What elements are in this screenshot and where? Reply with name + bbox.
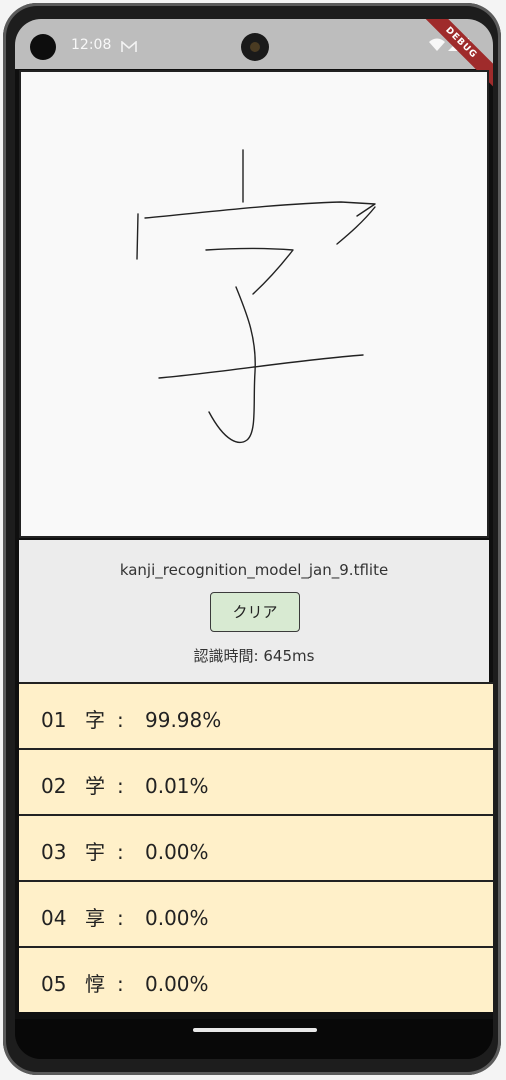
result-text: 02 学:0.01%: [41, 770, 209, 799]
clear-button[interactable]: クリア: [210, 592, 300, 632]
stroke-2: [136, 213, 139, 260]
result-text: 05 惇:0.00%: [41, 968, 209, 997]
result-probability: 0.00%: [145, 840, 209, 864]
result-row[interactable]: 03 宇:0.00%: [19, 814, 493, 880]
status-bar: 12:08 DEBUG: [15, 19, 493, 92]
home-indicator[interactable]: [193, 1028, 317, 1032]
results-list: 01 字:99.98% 02 学:0.01% 03 宇:0.00% 04 享:0.00%…: [19, 682, 493, 1012]
result-text: 03 宇:0.00%: [41, 836, 209, 865]
phone-frame: 12:08 DEBUG kanji_recognition_model_jan_…: [3, 3, 501, 1075]
result-text: 01 字:99.98%: [41, 704, 221, 733]
screen: 12:08 DEBUG kanji_recognition_model_jan_…: [15, 19, 493, 1059]
result-row[interactable]: 04 享:0.00%: [19, 880, 493, 946]
result-probability: 0.00%: [145, 906, 209, 930]
navigation-bar: [15, 1019, 493, 1059]
result-kanji: 惇: [85, 972, 105, 996]
result-separator: :: [117, 906, 124, 930]
status-time: 12:08: [71, 37, 112, 53]
result-separator: :: [117, 774, 124, 798]
punch-hole: [30, 34, 56, 60]
stroke-7: [158, 354, 364, 379]
result-kanji: 宇: [85, 840, 105, 864]
stroke-6: [208, 286, 256, 444]
result-rank: 05: [41, 972, 67, 996]
recognition-time: 認識時間: 645ms: [193, 647, 315, 665]
stroke-3: [144, 201, 376, 219]
result-probability: 0.01%: [145, 774, 209, 798]
result-kanji: 字: [85, 708, 105, 732]
result-row[interactable]: 05 惇:0.00%: [19, 946, 493, 1012]
front-camera: [241, 33, 269, 61]
result-kanji: 学: [85, 774, 105, 798]
result-probability: 99.98%: [145, 708, 222, 732]
result-rank: 02: [41, 774, 67, 798]
result-separator: :: [117, 972, 124, 996]
info-panel: kanji_recognition_model_jan_9.tflite クリア…: [19, 540, 489, 682]
result-rank: 01: [41, 708, 67, 732]
handwritten-strokes: [136, 149, 376, 444]
result-text: 04 享:0.00%: [41, 902, 209, 931]
result-separator: :: [117, 708, 124, 732]
drawing-canvas[interactable]: [19, 70, 489, 538]
result-rank: 03: [41, 840, 67, 864]
wifi-icon: [429, 38, 445, 51]
result-separator: :: [117, 840, 124, 864]
result-kanji: 享: [85, 906, 105, 930]
stroke-4: [336, 206, 376, 245]
stroke-5: [205, 247, 294, 295]
result-row[interactable]: 01 字:99.98%: [19, 682, 493, 748]
mail-icon: [121, 41, 137, 52]
result-row[interactable]: 02 学:0.01%: [19, 748, 493, 814]
model-name: kanji_recognition_model_jan_9.tflite: [119, 561, 389, 579]
result-rank: 04: [41, 906, 67, 930]
result-probability: 0.00%: [145, 972, 209, 996]
